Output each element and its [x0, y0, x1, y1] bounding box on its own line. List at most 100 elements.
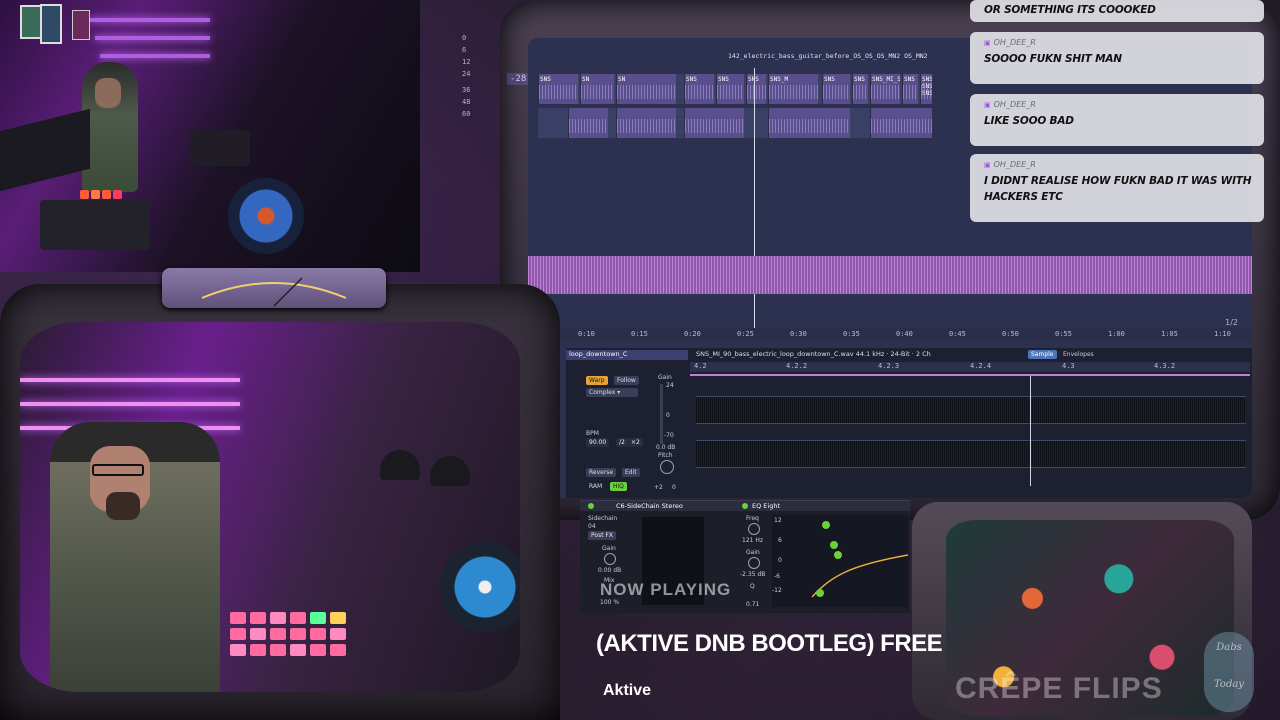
double-tempo-button[interactable]: ×2 [628, 438, 643, 447]
clip-playhead[interactable] [1030, 376, 1031, 486]
eq-q-value: 0.71 [746, 601, 760, 608]
brand-logo-text: CRÊPE FLIPS [955, 672, 1163, 705]
sc-mix-value: 100 % [600, 599, 620, 606]
post-fx-select[interactable]: Post FX [588, 531, 617, 540]
pitch-fine-value: 0 [672, 484, 676, 491]
timeline-tick: 0:20 [684, 330, 701, 338]
eq-curve-display[interactable]: 12 6 0 -6 -12 [772, 515, 908, 607]
arrangement-clip-title: 142_electric_bass_guitar_before_OS_OS_OS… [728, 52, 928, 60]
pitch-value: +2 [654, 484, 663, 491]
clip-detail-view: loop_downtown_C SNS_MI_90_bass_electric_… [566, 348, 1252, 498]
ruler-tick: 4.2.2 [786, 362, 808, 370]
timeline-tick: 0:55 [1055, 330, 1072, 338]
timeline-ruler[interactable]: 0:10 0:15 0:20 0:25 0:30 0:35 0:40 0:45 … [528, 328, 1252, 342]
audio-clip[interactable]: SNS SNS SNS [920, 74, 932, 104]
eq-device-title: EQ Eight [752, 502, 780, 510]
vu-meter [162, 268, 386, 308]
badge-line1: Dabs [1216, 642, 1242, 653]
badge-line2: Today [1214, 679, 1244, 690]
audio-clip[interactable]: SNS [716, 74, 744, 104]
meter-tick: 24 [462, 70, 471, 78]
audio-clip[interactable]: SNS [822, 74, 850, 104]
audio-clip[interactable]: SNS [684, 74, 714, 104]
audio-clip[interactable]: SNS_M [768, 74, 818, 104]
tab-sample[interactable]: Sample [1028, 350, 1057, 359]
twitch-icon: ▣ [984, 160, 991, 169]
timeline-tick: 0:35 [843, 330, 860, 338]
audio-clip[interactable]: SN [616, 74, 676, 104]
main-webcam-feed [20, 322, 520, 692]
chat-username: OH_DEE_R [993, 160, 1036, 169]
audio-clip[interactable]: SN [580, 74, 614, 104]
hiq-toggle[interactable]: HiQ [610, 482, 627, 491]
reverse-button[interactable]: Reverse [586, 468, 617, 477]
tab-envelopes[interactable]: Envelopes [1060, 350, 1097, 359]
ram-toggle[interactable]: RAM [586, 482, 605, 491]
waveform-left[interactable] [696, 396, 1246, 424]
eq-gain-knob[interactable] [748, 557, 760, 569]
chat-text: LIKE SOOO BAD [984, 115, 1074, 127]
track-lane[interactable]: SNS SN SN SNS SNS SNS SNS_M SNS SNS SNS_… [538, 74, 932, 104]
waveform-right[interactable] [696, 440, 1246, 468]
meter-tick: 6 [462, 46, 467, 54]
audio-clip[interactable] [870, 108, 932, 138]
track-title: (AKTIVE DNB BOOTLEG) FREE [596, 630, 943, 657]
gain-fader[interactable] [660, 384, 663, 444]
warp-toggle[interactable]: Warp [586, 376, 608, 385]
vu-meter-needle [201, 277, 347, 307]
sample-ruler[interactable]: 4.2 4.2.2 4.2.3 4.2.4 4.3 4.3.2 [690, 362, 1250, 372]
pitch-label: Pitch [658, 452, 673, 459]
track-lane[interactable] [538, 108, 932, 138]
track-artist: Aktive [603, 682, 652, 699]
bpm-field[interactable]: 90.00 [586, 438, 610, 447]
chat-username: OH_DEE_R [993, 100, 1036, 109]
sidechain-value[interactable]: 04 [588, 523, 596, 530]
clip-loop-bar[interactable] [690, 374, 1250, 376]
audio-clip[interactable] [768, 108, 850, 138]
now-playing-label: NOW PLAYING [600, 580, 732, 599]
chat-username: OH_DEE_R [993, 38, 1036, 47]
top-webcam-feed [0, 0, 420, 272]
sc-gain-label: Gain [602, 545, 616, 552]
audio-clip[interactable]: SNS_MI_SNS [870, 74, 900, 104]
timeline-tick: 0:45 [949, 330, 966, 338]
timeline-tick: 1:10 [1214, 330, 1231, 338]
ruler-tick: 4.2 [694, 362, 707, 370]
audio-clip[interactable]: SNS [852, 74, 868, 104]
audio-clip[interactable]: SNS [902, 74, 918, 104]
meter-tick: 48 [462, 98, 471, 106]
half-tempo-button[interactable]: /2 [616, 438, 628, 447]
audio-clip[interactable]: SNS [538, 74, 578, 104]
warp-mode-select[interactable]: Complex ▾ [586, 388, 638, 397]
eq-freq-value: 121 Hz [742, 537, 764, 544]
stream-overlay: 0 6 12 24 36 48 60 -28.7LUFS 142_electri… [0, 0, 1280, 720]
timeline-tick: 0:15 [631, 330, 648, 338]
device-power-icon[interactable] [742, 503, 748, 509]
device-power-icon[interactable] [588, 503, 594, 509]
edit-button[interactable]: Edit [622, 468, 640, 477]
ruler-tick: 4.2.3 [878, 362, 900, 370]
clip-name[interactable]: loop_downtown_C [566, 350, 688, 360]
ruler-tick: 4.3 [1062, 362, 1075, 370]
eq-freq-knob[interactable] [748, 523, 760, 535]
audio-clip[interactable]: SNS [746, 74, 766, 104]
warp-mode-value: Complex [589, 389, 616, 396]
meter-tick: 12 [462, 58, 471, 66]
pitch-knob[interactable] [660, 460, 674, 474]
sidechain-label: Sidechain [588, 515, 618, 522]
gain-value: 0.0 dB [656, 444, 676, 451]
automation-lane[interactable] [528, 256, 1252, 294]
gain-label: Gain [658, 374, 672, 381]
chat-message: ▣ OH_DEE_R SOOOO FUKN SHIT MAN [970, 32, 1264, 84]
audio-clip[interactable] [684, 108, 744, 138]
bpm-label: BPM [586, 430, 599, 437]
follow-toggle[interactable]: Follow [614, 376, 639, 385]
meter-tick: 36 [462, 86, 471, 94]
sidechain-device-title: C6-SideChain Stereo [616, 502, 683, 510]
audio-clip[interactable] [568, 108, 608, 138]
sc-gain-knob[interactable] [604, 553, 616, 565]
gain-scale-top: 24 [666, 382, 674, 389]
audio-clip[interactable] [616, 108, 676, 138]
dabs-today-badge: Dabs Today [1204, 632, 1254, 712]
eq-curve [811, 521, 908, 598]
